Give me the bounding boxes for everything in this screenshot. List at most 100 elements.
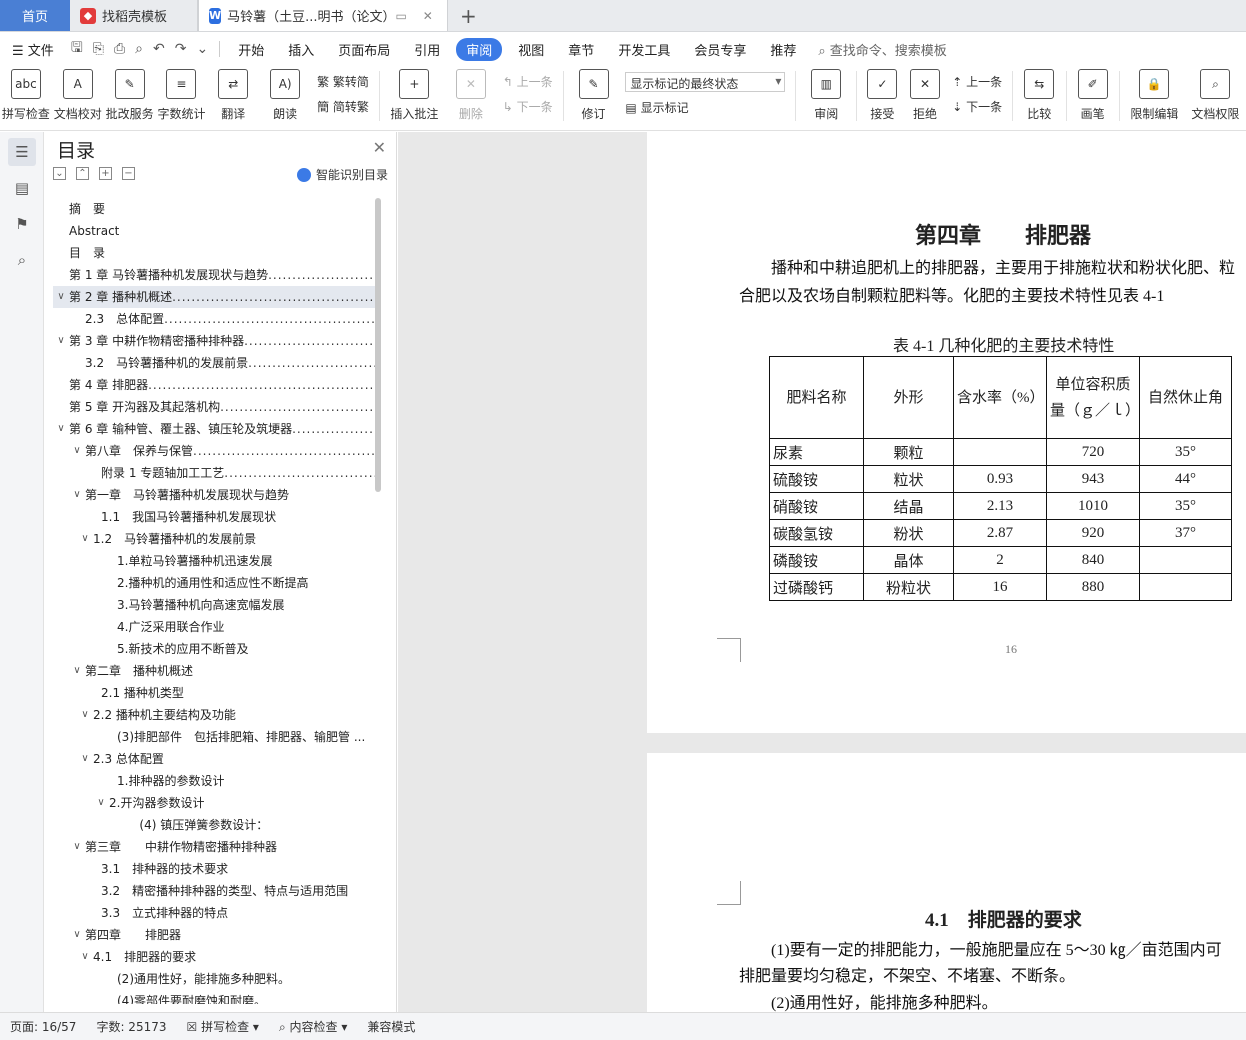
revise-button[interactable]: ✎ 修订 [568,69,620,122]
toc-item[interactable]: 4.广泛采用联合作业 [53,616,375,638]
find-icon[interactable]: ⌕ [8,246,36,274]
toc-item[interactable]: ∨ 2.2 播种机主要结构及功能 [53,704,375,726]
toc-item[interactable]: ∨ 第 6 章 输种管、覆土器、镇压轮及筑埂器 [53,418,375,440]
prev-comment-button[interactable]: ↰ 上一条 [503,73,553,90]
toc-item[interactable]: 第 5 章 开沟器及其起落机构 [53,396,375,418]
chevron-down-icon[interactable]: ∨ [69,484,85,506]
proofread-button[interactable]: A 文档校对 [52,69,104,122]
chevron-down-icon[interactable]: ∨ [77,946,93,968]
toc-item[interactable]: 目 录 [53,242,375,264]
bookmark-icon[interactable]: ⚑ [8,210,36,238]
export-pdf-icon[interactable]: ⎘ [88,41,109,57]
toc-item[interactable]: ∨ 4.1 排肥器的要求 [53,946,375,968]
toc-item[interactable]: ∨ 第 3 章 中耕作物精密播种排种器 [53,330,375,352]
toc-item[interactable]: ∨ 第三章 中耕作物精密播种排种器 [53,836,375,858]
toc-item[interactable]: 1.排种器的参数设计 [53,770,375,792]
wordcount-button[interactable]: ≡ 字数统计 [156,69,208,122]
toc-item[interactable]: 摘 要 [53,198,375,220]
toc-scrollbar[interactable] [375,198,381,492]
next-change-button[interactable]: ⇣ 下一条 [952,98,1002,115]
remove-heading-icon[interactable]: − [122,167,135,180]
chevron-down-icon[interactable]: ∨ [93,792,109,814]
toc-item[interactable]: ∨ 1.2 马铃薯播种机的发展前景 [53,528,375,550]
expand-up-icon[interactable]: ⌃ [76,167,89,180]
toc-panel-icon[interactable]: ☰ [8,138,36,166]
smart-toc-button[interactable]: 智能识别目录 [296,166,388,183]
spellcheck-button[interactable]: abc 拼写检查 [0,69,52,122]
menu-start[interactable]: 开始 [226,40,276,59]
toc-item[interactable]: (2)通用性好，能排施多种肥料。 [53,968,375,990]
compare-button[interactable]: ⇆ 比较 [1017,69,1061,122]
simp-to-trad-button[interactable]: 簡 简转繁 [317,98,369,115]
pen-button[interactable]: ✐ 画笔 [1070,69,1114,122]
toc-item[interactable]: 3.2 精密播种排种器的类型、特点与适用范围 [53,880,375,902]
chevron-down-icon[interactable]: ∨ [69,660,85,682]
toc-item[interactable]: Abstract [53,220,375,242]
chevron-down-icon[interactable]: ∨ [77,704,93,726]
menu-view[interactable]: 视图 [506,40,556,59]
toc-item[interactable]: ∨ 第二章 播种机概述 [53,660,375,682]
status-content-check[interactable]: ⌕ 内容检查 ▾ [269,1018,357,1035]
menu-layout[interactable]: 页面布局 [326,40,402,59]
toc-item[interactable]: 2.3 总体配置 [53,308,375,330]
translate-button[interactable]: ⇄ 翻译 [207,69,259,122]
menu-insert[interactable]: 插入 [276,40,326,59]
batch-service-button[interactable]: ✎ 批改服务 [104,69,156,122]
tab-close-icon[interactable]: ▭ ✕ [396,9,439,23]
toc-item[interactable]: 5.新技术的应用不断普及 [53,638,375,660]
quick-access-dropdown-icon[interactable]: ⌄ [191,41,213,57]
toc-item[interactable]: 2.1 播种机类型 [53,682,375,704]
add-heading-icon[interactable]: + [99,167,112,180]
toc-item[interactable]: 3.1 排种器的技术要求 [53,858,375,880]
toc-item[interactable]: 3.2 马铃薯播种机的发展前景 [53,352,375,374]
menu-recommend[interactable]: 推荐 [758,40,808,59]
read-aloud-button[interactable]: A) 朗读 [259,69,311,122]
word-count[interactable]: 字数: 25173 [86,1018,176,1035]
menu-review[interactable]: 审阅 [456,37,503,61]
review-pane-button[interactable]: ▥ 审阅 [800,69,852,122]
toc-item[interactable]: (4)零部件要耐磨蚀和耐磨。 [53,990,375,1004]
chevron-down-icon[interactable]: ∨ [69,924,85,946]
toc-item[interactable]: ∨ 第八章 保养与保管 [53,440,375,462]
status-spellcheck[interactable]: ☒ 拼写检查 ▾ [177,1018,269,1035]
doc-permission-button[interactable]: ⌕ 文档权限 [1185,69,1246,122]
redo-icon[interactable]: ↷ [170,41,192,57]
menu-devtools[interactable]: 开发工具 [606,40,682,59]
collapse-all-icon[interactable]: ⌄ [53,167,66,180]
undo-icon[interactable]: ↶ [148,41,170,57]
toc-item[interactable]: 2.播种机的通用性和适应性不断提高 [53,572,375,594]
chevron-down-icon[interactable]: ∨ [53,418,69,440]
toc-item[interactable]: 3.3 立式排种器的特点 [53,902,375,924]
toc-item[interactable]: ∨ 第 2 章 播种机概述 [53,286,375,308]
reject-button[interactable]: ✕ 拒绝 [904,69,947,122]
restrict-edit-button[interactable]: 🔒 限制编辑 [1124,69,1185,122]
new-tab-button[interactable]: + [448,0,489,31]
close-icon[interactable]: ✕ [373,138,386,157]
toc-item[interactable]: ∨ 2.开沟器参数设计 [53,792,375,814]
chevron-down-icon[interactable]: ∨ [53,330,69,352]
tab-document[interactable]: W 马铃薯（土豆...明书（论文） ▭ ✕ [198,0,448,31]
page-indicator[interactable]: 页面: 16/57 [0,1018,86,1035]
toc-item[interactable]: ∨ 第四章 排肥器 [53,924,375,946]
insert-comment-button[interactable]: + 插入批注 [384,69,445,122]
toc-item[interactable]: (4) 镇压弹簧参数设计： [53,814,375,836]
toc-item[interactable]: 第 4 章 排肥器 [53,374,375,396]
print-preview-icon[interactable]: ⌕ [130,41,148,57]
chevron-down-icon[interactable]: ∨ [53,286,69,308]
toc-item[interactable]: 1.单粒马铃薯播种机迅速发展 [53,550,375,572]
command-search[interactable]: ⌕ 查找命令、搜索模板 [808,40,946,59]
delete-comment-button[interactable]: ✕ 删除 [445,69,497,122]
trad-to-simp-button[interactable]: 繁 繁转简 [317,73,369,90]
menu-member[interactable]: 会员专享 [682,40,758,59]
chevron-down-icon[interactable]: ∨ [69,440,85,462]
tab-template[interactable]: ◆ 找稻壳模板 [70,0,198,31]
toc-item[interactable]: (3)排肥部件 包括排肥箱、排肥器、输肥管 ... [53,726,375,748]
menu-reference[interactable]: 引用 [402,40,452,59]
tab-home[interactable]: 首页 [0,0,70,31]
toc-item[interactable]: ∨ 第一章 马铃薯播种机发展现状与趋势 [53,484,375,506]
accept-button[interactable]: ✓ 接受 [861,69,904,122]
show-markup-button[interactable]: ▤ 显示标记 [625,99,785,116]
chevron-down-icon[interactable]: ∨ [77,748,93,770]
toc-item[interactable]: 1.1 我国马铃薯播种机发展现状 [53,506,375,528]
toc-item[interactable]: 3.马铃薯播种机向高速宽幅发展 [53,594,375,616]
